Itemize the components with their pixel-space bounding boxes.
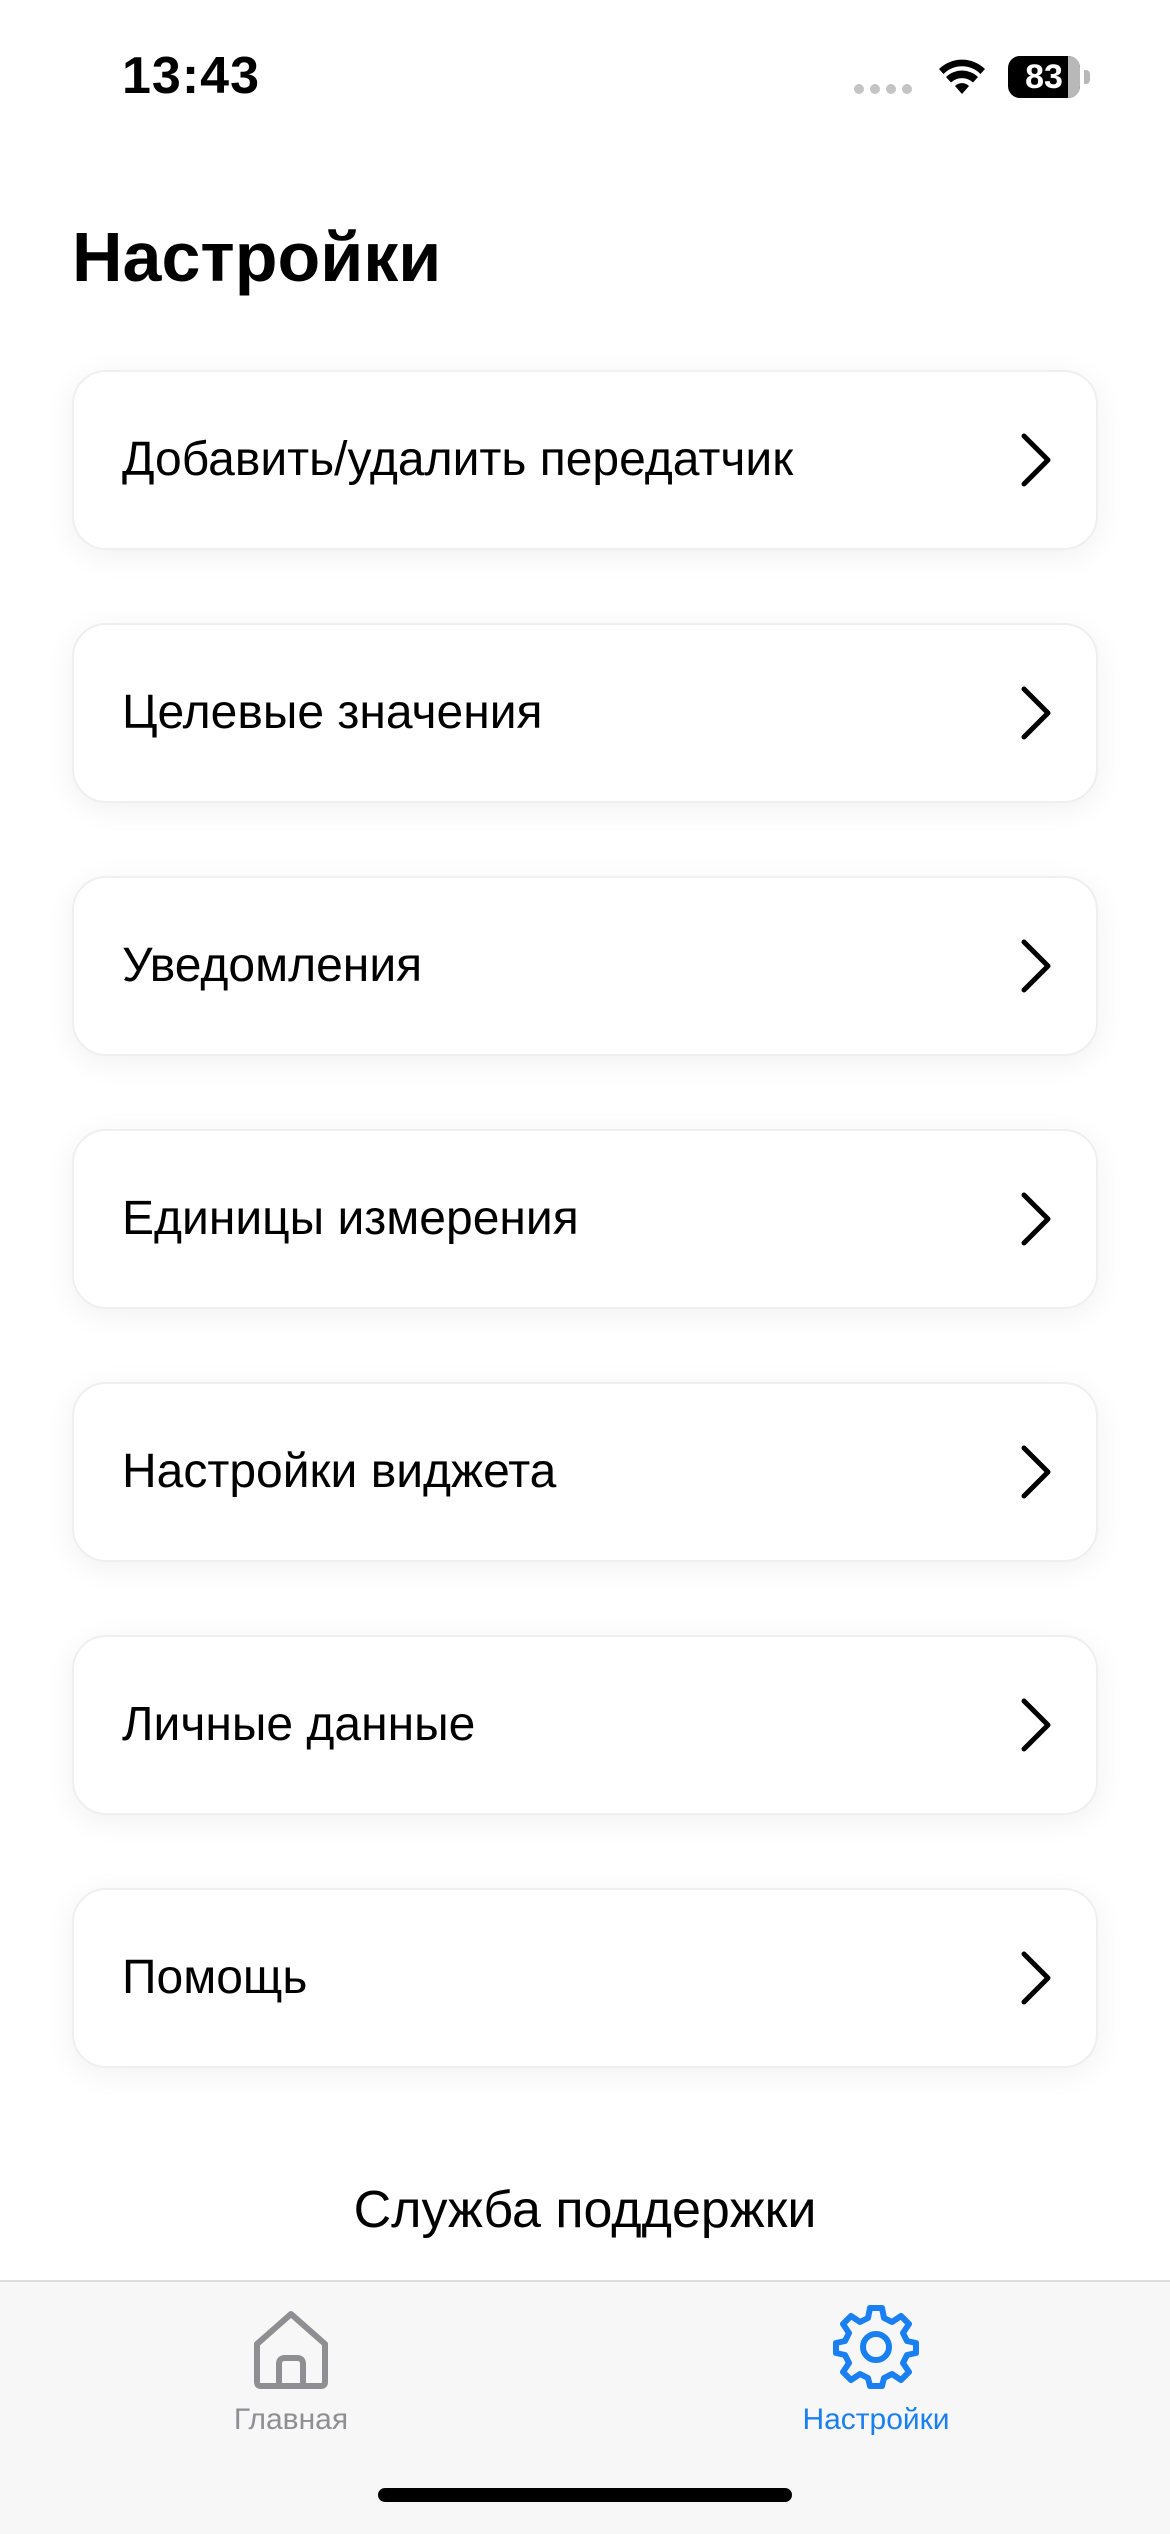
menu-item-help[interactable]: Помощь (72, 1888, 1098, 2068)
status-time: 13:43 (122, 47, 260, 105)
menu-item-label: Настройки виджета (122, 1445, 557, 1498)
menu-item-personal-data[interactable]: Личные данные (72, 1635, 1098, 1815)
menu-item-label: Добавить/удалить передатчик (122, 433, 794, 486)
chevron-right-icon (1021, 1951, 1051, 2005)
menu-item-transmitter[interactable]: Добавить/удалить передатчик (72, 370, 1098, 550)
chevron-right-icon (1021, 1445, 1051, 1499)
tab-home-label: Главная (233, 2403, 349, 2436)
menu-item-notifications[interactable]: Уведомления (72, 876, 1098, 1056)
chevron-right-icon (1021, 939, 1051, 993)
battery-percent: 83 (1025, 58, 1063, 96)
menu-item-units[interactable]: Единицы измерения (72, 1129, 1098, 1309)
chevron-right-icon (1021, 433, 1051, 487)
menu-item-target-values[interactable]: Целевые значения (72, 623, 1098, 803)
menu-item-label: Личные данные (122, 1698, 476, 1751)
home-icon (254, 2311, 328, 2389)
tab-settings[interactable]: Настройки (726, 2302, 1026, 2442)
cellular-signal-icon (854, 84, 916, 94)
chevron-right-icon (1021, 1192, 1051, 1246)
menu-item-label: Уведомления (122, 939, 423, 992)
chevron-right-icon (1021, 1698, 1051, 1752)
tab-home[interactable]: Главная (141, 2302, 441, 2442)
gear-icon (833, 2305, 919, 2389)
menu-item-label: Помощь (122, 1951, 308, 2004)
support-link[interactable]: Служба поддержки (0, 2170, 1170, 2250)
settings-menu: Добавить/удалить передатчик Целевые знач… (72, 370, 1098, 2141)
wifi-icon (939, 59, 985, 94)
page-title: Настройки (72, 218, 442, 296)
home-indicator (378, 2488, 792, 2502)
battery-icon: 83 (1008, 56, 1090, 98)
menu-item-widget-settings[interactable]: Настройки виджета (72, 1382, 1098, 1562)
status-bar: 13:43 83 (0, 0, 1170, 150)
menu-item-label: Единицы измерения (122, 1192, 579, 1245)
chevron-right-icon (1021, 686, 1051, 740)
menu-item-label: Целевые значения (122, 686, 543, 739)
tab-settings-label: Настройки (802, 2403, 950, 2436)
